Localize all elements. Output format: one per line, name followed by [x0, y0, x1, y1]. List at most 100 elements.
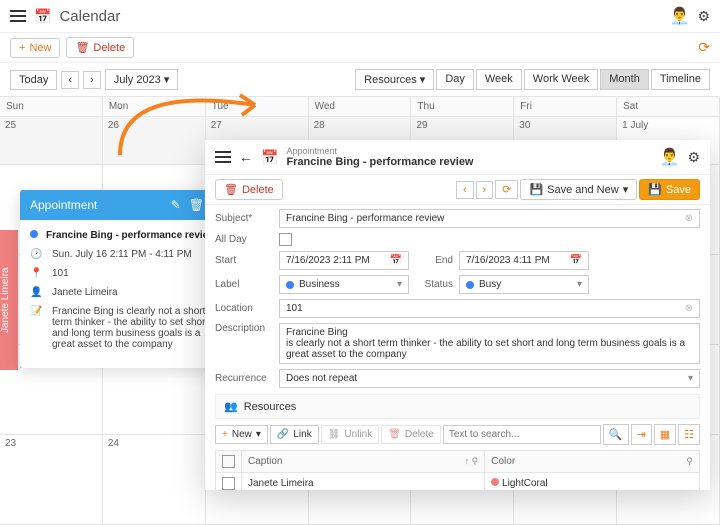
recurrence-select[interactable]: Does not repeat▾ — [279, 369, 700, 388]
view-timeline[interactable]: Timeline — [651, 69, 710, 90]
user-icon: 👤 — [30, 287, 44, 298]
plus-icon: + — [222, 429, 228, 440]
res-delete-button[interactable]: 🗑Delete — [381, 425, 441, 444]
appointment-detail-panel: ← 📅 Appointment Francine Bing - performa… — [205, 140, 710, 490]
delete-button[interactable]: 🗑Delete — [215, 179, 283, 200]
search-button[interactable]: 🔍 — [603, 424, 629, 445]
prev-button[interactable]: ‹ — [61, 71, 79, 89]
subject-input[interactable]: Francine Bing - performance review⊗ — [279, 209, 700, 228]
status-dot — [466, 281, 474, 289]
today-button[interactable]: Today — [10, 70, 57, 90]
start-input[interactable]: 7/16/2023 2:11 PM📅 — [279, 251, 409, 270]
day-header: Fri — [514, 97, 617, 117]
label-dot — [286, 281, 294, 289]
menu-icon[interactable] — [10, 10, 26, 22]
row-checkbox[interactable] — [222, 477, 235, 490]
day-header: Sat — [617, 97, 720, 117]
view-workweek[interactable]: Work Week — [524, 69, 598, 90]
location-input[interactable]: 101⊗ — [279, 299, 700, 318]
status-dot — [30, 230, 38, 238]
next-record-button[interactable]: › — [476, 181, 494, 199]
view-week[interactable]: Week — [476, 69, 522, 90]
month-picker[interactable]: July 2023 ▾ — [105, 69, 179, 90]
chevron-down-icon: ▾ — [397, 279, 402, 290]
save-icon: 💾 — [648, 183, 662, 196]
calendar-picker-icon[interactable]: 📅 — [390, 255, 402, 266]
resources-dropdown[interactable]: Resources ▾ — [355, 69, 434, 90]
calendar-icon: 📅 — [261, 149, 278, 166]
calendar-picker-icon[interactable]: 📅 — [570, 255, 582, 266]
filter-icon: ⚲ — [686, 456, 693, 467]
save-button[interactable]: 💾Save — [639, 179, 700, 200]
start-label: Start — [215, 255, 273, 266]
allday-checkbox[interactable] — [279, 233, 292, 246]
event-description: Francine Bing is clearly not a short ter… — [52, 306, 222, 350]
popover-title: Appointment — [30, 198, 97, 212]
note-icon: 📝 — [30, 306, 44, 317]
export-button[interactable]: ⇥ — [631, 424, 652, 445]
location-icon: 📍 — [30, 268, 44, 279]
description-label: Description — [215, 323, 273, 334]
cell-caption: Janete Limeira — [242, 473, 485, 491]
resource-tab[interactable]: Janete Limeira — [0, 230, 18, 370]
plus-icon: + — [19, 42, 25, 54]
select-all-checkbox[interactable] — [222, 455, 235, 468]
location-label: Location — [215, 303, 273, 314]
day-header: Thu — [411, 97, 514, 117]
refresh-icon[interactable]: ⟳ — [698, 39, 710, 56]
chevron-down-icon: ▾ — [688, 373, 693, 384]
event-datetime: Sun. July 16 2:11 PM - 4:11 PM — [52, 249, 192, 260]
recurrence-label: Recurrence — [215, 373, 273, 384]
clear-icon[interactable]: ⊗ — [685, 303, 693, 314]
col-caption[interactable]: Caption↑ ⚲ — [242, 451, 485, 473]
day-cell[interactable]: 25 — [0, 117, 103, 165]
res-search-input[interactable] — [443, 425, 601, 444]
trash-icon: 🗑 — [388, 429, 401, 440]
menu-icon[interactable] — [215, 151, 231, 163]
res-link-button[interactable]: 🔗Link — [270, 425, 319, 444]
day-cell[interactable]: 23 — [0, 435, 103, 525]
res-new-button[interactable]: +New ▾ — [215, 425, 268, 444]
gear-icon[interactable]: ⚙ — [687, 149, 700, 166]
label-select[interactable]: Business▾ — [279, 275, 409, 294]
clear-icon[interactable]: ⊗ — [685, 213, 693, 224]
status-select[interactable]: Busy▾ — [459, 275, 589, 294]
delete-button[interactable]: 🗑Delete — [66, 37, 134, 58]
unlink-icon: ⛓ — [328, 429, 341, 440]
filter-button[interactable]: ☷ — [678, 424, 700, 445]
columns-button[interactable]: ▦ — [654, 424, 676, 445]
event-resource: Janete Limeira — [52, 287, 118, 298]
chevron-down-icon: ▾ — [577, 279, 582, 290]
end-input[interactable]: 7/16/2023 4:11 PM📅 — [459, 251, 589, 270]
status-label: Status — [415, 279, 453, 290]
back-icon[interactable]: ← — [239, 149, 253, 165]
user-icon[interactable]: 👨‍💼 — [660, 147, 680, 167]
link-icon: 🔗 — [277, 429, 289, 440]
trash-icon[interactable]: 🗑 — [189, 198, 204, 212]
table-row[interactable]: Janete Limeira LightCoral — [216, 473, 700, 491]
event-location: 101 — [52, 268, 69, 279]
edit-icon[interactable]: ✎ — [171, 198, 181, 212]
sort-icon: ↑ ⚲ — [465, 456, 479, 467]
new-button[interactable]: +New — [10, 38, 60, 58]
resources-icon: 👥 — [224, 400, 238, 413]
day-header: Mon — [103, 97, 206, 117]
next-button[interactable]: › — [83, 71, 101, 89]
page-title: Calendar — [59, 8, 120, 25]
prev-record-button[interactable]: ‹ — [456, 181, 474, 199]
refresh-button[interactable]: ⟳ — [495, 180, 518, 199]
gear-icon[interactable]: ⚙ — [697, 8, 710, 25]
description-input[interactable]: Francine Bing is clearly not a short ter… — [279, 323, 700, 364]
day-cell[interactable]: 26 — [103, 117, 206, 165]
day-cell[interactable]: 24 — [103, 435, 206, 525]
day-header: Wed — [309, 97, 412, 117]
save-and-new-button[interactable]: 💾Save and New ▾ — [520, 179, 637, 200]
end-label: End — [415, 255, 453, 266]
user-icon[interactable]: 👨‍💼 — [670, 6, 690, 26]
view-day[interactable]: Day — [436, 69, 474, 90]
day-header: Tue — [206, 97, 309, 117]
breadcrumb: Appointment — [286, 146, 473, 156]
view-month[interactable]: Month — [600, 69, 649, 90]
res-unlink-button[interactable]: ⛓Unlink — [321, 425, 380, 444]
col-color[interactable]: Color⚲ — [485, 451, 700, 473]
